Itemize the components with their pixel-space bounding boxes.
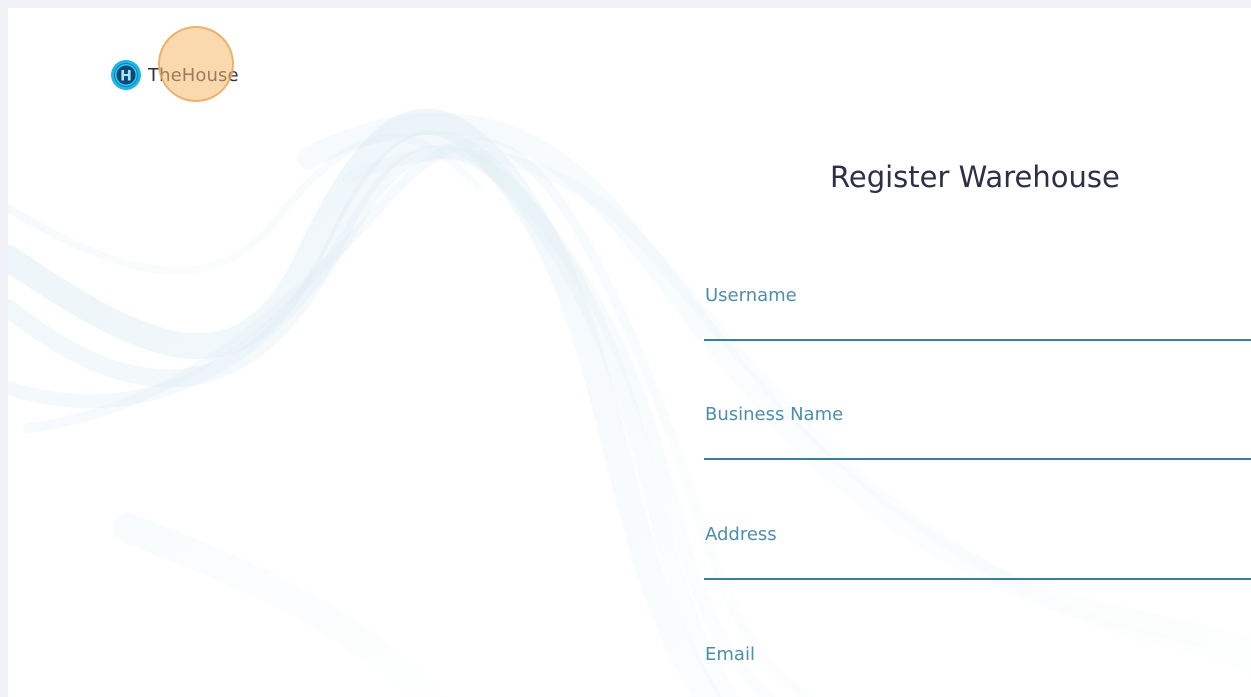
username-label: Username xyxy=(705,285,797,306)
business-name-label: Business Name xyxy=(705,404,844,425)
register-page: H TheHouse Register Warehouse Username B… xyxy=(8,8,1251,697)
email-input[interactable] xyxy=(704,670,1251,697)
username-field: Username xyxy=(704,285,1251,355)
business-name-field: Business Name xyxy=(704,404,1251,474)
address-input[interactable] xyxy=(704,550,1251,580)
username-input[interactable] xyxy=(704,311,1251,341)
email-label: Email xyxy=(705,644,755,665)
email-field: Email xyxy=(704,644,1251,697)
address-label: Address xyxy=(705,524,777,545)
logo-letter: H xyxy=(120,69,132,85)
page-title: Register Warehouse xyxy=(830,160,1120,194)
house-logo-icon: H xyxy=(111,60,141,90)
business-name-input[interactable] xyxy=(704,430,1251,460)
address-field: Address xyxy=(704,524,1251,594)
click-indicator xyxy=(158,26,234,102)
